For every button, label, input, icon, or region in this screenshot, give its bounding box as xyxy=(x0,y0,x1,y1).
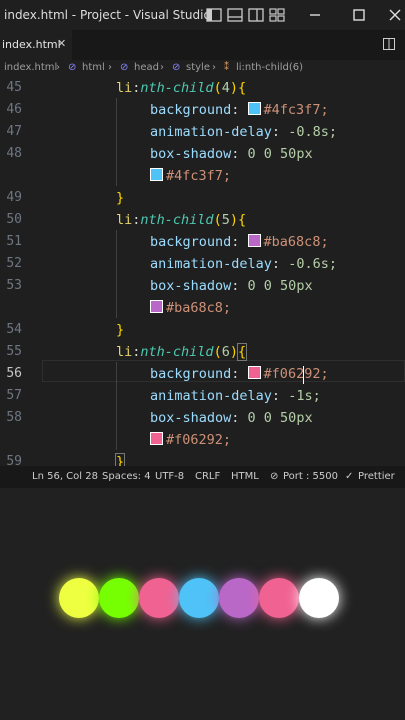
element-icon: ⊘ xyxy=(120,62,129,73)
breadcrumb: index.html › ⊘ html › ⊘ head › ⊘ style ›… xyxy=(0,60,405,76)
code-line: li:nth-child(5){ xyxy=(116,212,247,228)
breadcrumb-rule[interactable]: li:nth-child(6) xyxy=(236,62,303,73)
chevron-right-icon: › xyxy=(56,62,60,73)
code-line-wrap: #ba68c8; xyxy=(150,300,231,316)
indent-guide xyxy=(116,362,117,450)
element-icon: ⊘ xyxy=(172,62,181,73)
maximize-icon[interactable] xyxy=(350,6,368,24)
code-line-wrap: #4fc3f7; xyxy=(150,168,231,184)
title-bar: index.html - Project - Visual Studio xyxy=(0,0,405,30)
split-editor-icon[interactable] xyxy=(383,38,395,50)
tab-bar: index.html ✕ xyxy=(0,30,405,60)
line-number: 54 xyxy=(6,322,22,337)
code-line: box-shadow: 0 0 50px xyxy=(150,146,313,162)
glow-ball xyxy=(299,578,339,618)
close-icon[interactable]: ✕ xyxy=(57,37,66,50)
check-icon: ✓ xyxy=(345,471,354,482)
code-line: background: #4fc3f7; xyxy=(150,102,329,118)
code-line: } xyxy=(116,190,125,206)
status-bar: Ln 56, Col 28 Spaces: 4 UTF-8 CRLF HTML … xyxy=(0,466,405,488)
code-line-active: background: #f06292; xyxy=(150,366,329,382)
customize-layout-icon[interactable] xyxy=(268,6,286,24)
element-icon: ⊘ xyxy=(68,62,77,73)
encoding[interactable]: UTF-8 xyxy=(155,471,184,482)
glow-ball xyxy=(219,578,259,618)
layout-split-icon[interactable] xyxy=(247,6,265,24)
glow-ball xyxy=(259,578,299,618)
line-number: 53 xyxy=(6,278,22,293)
line-number: 58 xyxy=(6,410,22,425)
code-editor[interactable]: 45 46 47 48 49 50 51 52 53 54 55 56 57 5… xyxy=(0,76,405,471)
line-number: 48 xyxy=(6,146,22,161)
glow-ball xyxy=(59,578,99,618)
glow-ball xyxy=(139,578,179,618)
line-number: 50 xyxy=(6,212,22,227)
code-line-wrap: #f06292; xyxy=(150,432,231,448)
color-swatch[interactable] xyxy=(247,366,261,379)
css-rule-icon: ⁑ xyxy=(224,62,229,73)
color-swatch[interactable] xyxy=(247,234,261,247)
chevron-right-icon: › xyxy=(160,62,164,73)
breadcrumb-file[interactable]: index.html xyxy=(4,62,57,73)
code-line: background: #ba68c8; xyxy=(150,234,329,250)
close-window-icon[interactable] xyxy=(386,6,404,24)
breadcrumb-style[interactable]: style xyxy=(186,62,210,73)
line-number: 51 xyxy=(6,234,22,249)
color-swatch[interactable] xyxy=(150,300,163,313)
indent-guide xyxy=(116,230,117,318)
preview-area xyxy=(0,488,405,720)
port-icon: ⊘ xyxy=(270,471,279,482)
minimize-icon[interactable] xyxy=(306,6,324,24)
code-line: animation-delay: -1s; xyxy=(150,388,321,404)
window-title: index.html - Project - Visual Studio xyxy=(4,8,211,22)
color-swatch[interactable] xyxy=(150,432,163,445)
layout-sidebar-icon[interactable] xyxy=(205,6,223,24)
line-number: 57 xyxy=(6,388,22,403)
line-number: 55 xyxy=(6,344,22,359)
line-number: 52 xyxy=(6,256,22,271)
language-mode[interactable]: HTML xyxy=(231,471,259,482)
line-number-active: 56 xyxy=(6,366,22,381)
code-line: animation-delay: -0.6s; xyxy=(150,256,337,272)
indentation[interactable]: Spaces: 4 xyxy=(102,471,151,482)
tab-index-html[interactable]: index.html ✕ xyxy=(0,30,72,60)
color-swatch[interactable] xyxy=(150,168,163,181)
line-number: 49 xyxy=(6,190,22,205)
color-swatch[interactable] xyxy=(247,102,261,115)
breadcrumb-html[interactable]: html xyxy=(82,62,105,73)
cursor-position[interactable]: Ln 56, Col 28 xyxy=(32,471,98,482)
code-line: animation-delay: -0.8s; xyxy=(150,124,337,140)
layout-panel-icon[interactable] xyxy=(226,6,244,24)
breadcrumb-head[interactable]: head xyxy=(134,62,159,73)
chevron-right-icon: › xyxy=(212,62,216,73)
code-line: box-shadow: 0 0 50px xyxy=(150,278,313,294)
line-number: 47 xyxy=(6,124,22,139)
glow-ball xyxy=(99,578,139,618)
chevron-right-icon: › xyxy=(108,62,112,73)
code-line: } xyxy=(116,322,125,338)
code-line: li:nth-child(6){ xyxy=(116,343,248,361)
line-number: 46 xyxy=(6,102,22,117)
code-line: box-shadow: 0 0 50px xyxy=(150,410,313,426)
code-line: li:nth-child(4){ xyxy=(116,80,247,96)
line-ending[interactable]: CRLF xyxy=(195,471,220,482)
tab-label: index.html xyxy=(2,38,61,51)
prettier-status[interactable]: Prettier xyxy=(358,471,395,482)
glow-ball xyxy=(179,578,219,618)
text-cursor xyxy=(303,366,304,384)
indent-guide xyxy=(116,98,117,186)
line-number: 45 xyxy=(6,80,22,95)
live-server-port[interactable]: Port : 5500 xyxy=(283,471,338,482)
